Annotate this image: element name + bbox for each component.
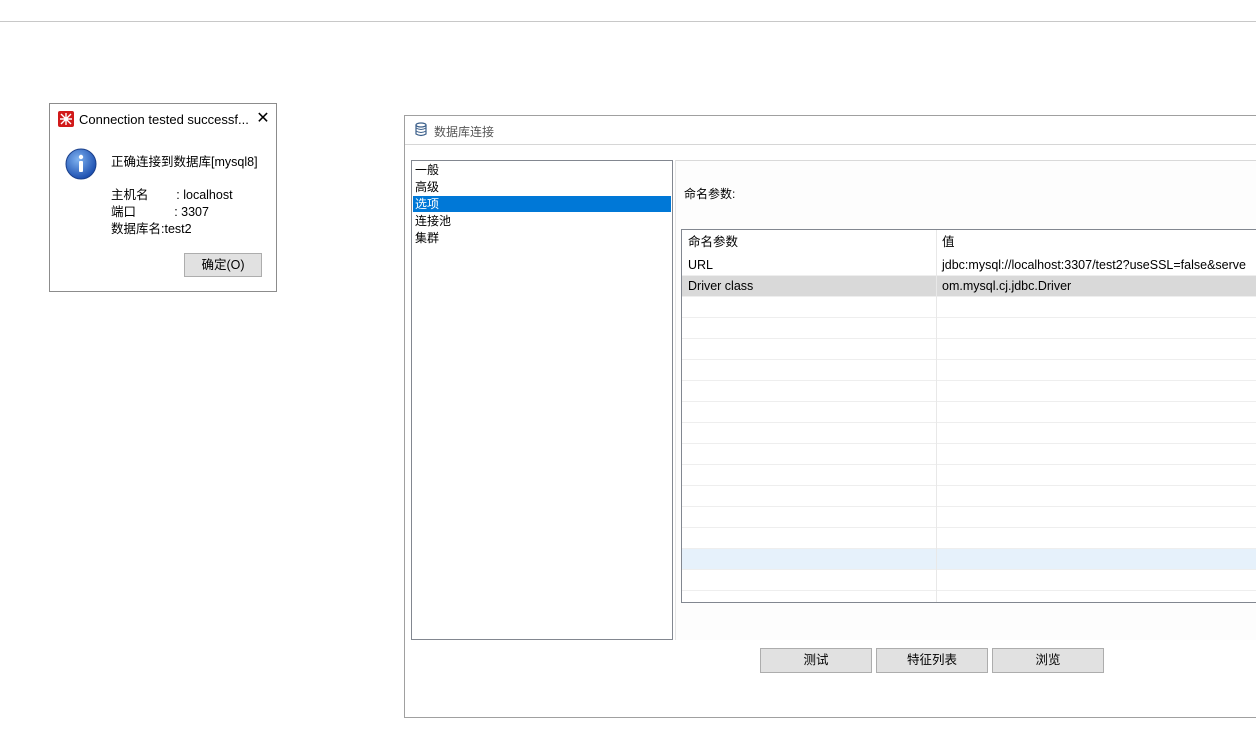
top-divider [0, 21, 1256, 22]
table-row-empty[interactable] [682, 507, 1256, 528]
table-row-empty[interactable] [682, 318, 1256, 339]
dialog-message-line: 正确连接到数据库[mysql8] [111, 155, 258, 169]
table-row-empty[interactable] [682, 339, 1256, 360]
table-row[interactable]: URL jdbc:mysql://localhost:3307/test2?us… [682, 255, 1256, 276]
window-titlebar: 数据库连接 [405, 116, 1256, 145]
test-button[interactable]: 测试 [760, 648, 872, 673]
options-panel: 命名参数: 命名参数 值 URL jdbc:mysql://localhost:… [675, 160, 1256, 640]
nav-item-general[interactable]: 一般 [413, 162, 671, 178]
nav-item-cluster[interactable]: 集群 [413, 230, 671, 246]
nav-item-connection-pool[interactable]: 连接池 [413, 213, 671, 229]
table-row-empty[interactable] [682, 360, 1256, 381]
dialog-title: Connection tested successf... [79, 112, 249, 127]
column-header-name[interactable]: 命名参数 [682, 232, 936, 252]
category-list: 一般 高级 选项 连接池 集群 [411, 160, 673, 640]
section-label: 命名参数: [684, 187, 736, 201]
column-divider [936, 230, 937, 602]
table-row-empty[interactable] [682, 297, 1256, 318]
table-row-empty[interactable] [682, 381, 1256, 402]
nav-item-advanced[interactable]: 高级 [413, 179, 671, 195]
table-row-empty[interactable] [682, 402, 1256, 423]
information-icon [65, 148, 97, 180]
ok-button[interactable]: 确定(O) [184, 253, 262, 277]
table-row-empty[interactable] [682, 570, 1256, 591]
dialog-dbname-line: 数据库名:test2 [111, 222, 192, 236]
connection-test-dialog: Connection tested successf... ✕ 正确连接到数据库… [49, 103, 277, 292]
parameters-table: 命名参数 值 URL jdbc:mysql://localhost:3307/t… [681, 229, 1256, 603]
database-icon [415, 122, 427, 140]
table-row-empty[interactable] [682, 528, 1256, 549]
table-cell-value[interactable]: jdbc:mysql://localhost:3307/test2?useSSL… [936, 255, 1256, 275]
table-row-hover[interactable] [682, 549, 1256, 570]
close-icon[interactable]: ✕ [253, 109, 273, 129]
window-title: 数据库连接 [434, 125, 495, 139]
database-connection-window: 数据库连接 一般 高级 选项 连接池 集群 命名参数: 命名参数 值 URL j… [404, 115, 1256, 718]
table-cell-name[interactable]: URL [682, 255, 936, 275]
table-cell-value[interactable]: om.mysql.cj.jdbc.Driver [936, 276, 1256, 296]
nav-item-options[interactable]: 选项 [413, 196, 671, 212]
table-row-selected[interactable]: Driver class om.mysql.cj.jdbc.Driver [682, 276, 1256, 297]
table-row-empty[interactable] [682, 486, 1256, 507]
app-logo-icon [58, 111, 74, 127]
browse-button[interactable]: 浏览 [992, 648, 1104, 673]
table-row-empty[interactable] [682, 423, 1256, 444]
table-row-empty[interactable] [682, 465, 1256, 486]
table-cell-name[interactable]: Driver class [682, 276, 936, 296]
column-header-value[interactable]: 值 [936, 232, 1256, 252]
table-row-empty[interactable] [682, 444, 1256, 465]
dialog-titlebar: Connection tested successf... ✕ [50, 104, 276, 134]
feature-list-button[interactable]: 特征列表 [876, 648, 988, 673]
